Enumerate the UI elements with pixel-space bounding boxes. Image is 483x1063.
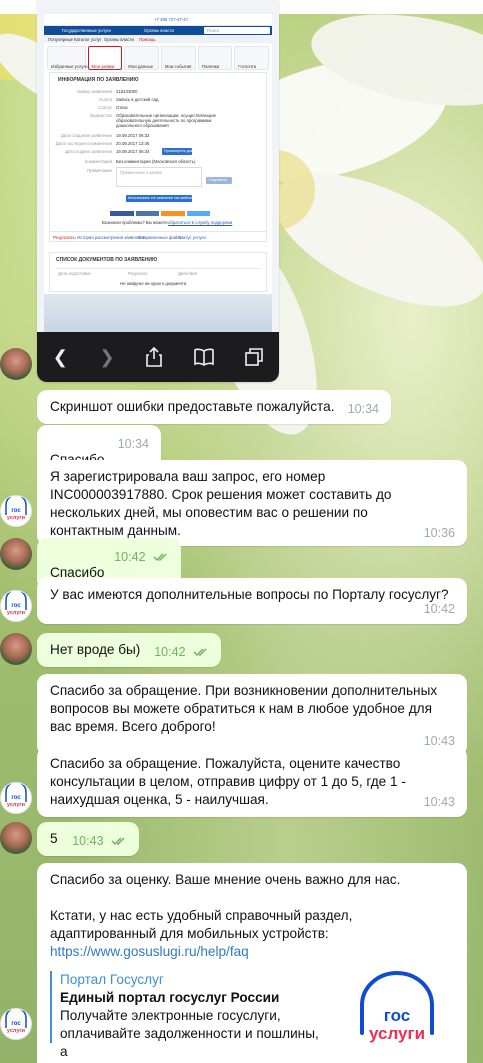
gosuslugi-logo-icon: госуслуги — [5, 497, 27, 521]
message-status: 10:42 — [154, 645, 209, 659]
view-document-button: Просмотреть документ — [162, 148, 203, 155]
message-time: 10:34 — [117, 437, 149, 451]
message-text: Кстати, у нас есть удобный справочный ра… — [50, 908, 353, 941]
message-time: 10:42 — [423, 602, 455, 616]
message-incoming[interactable]: Спасибо за обращение. При возникновении … — [37, 674, 467, 756]
sub-item: Органы власти — [104, 37, 134, 42]
svg-text:гос: гос — [11, 1021, 21, 1027]
gosuslugi-avatar[interactable]: гос услуги — [0, 495, 32, 527]
site-nav: Государственные услуги Органы власти Пои… — [44, 26, 272, 35]
sub-item: Популярные — [48, 37, 73, 42]
link-preview[interactable]: Портал Госуслуг Единый портал госуслуг Р… — [50, 971, 455, 1059]
double-check-icon — [153, 553, 167, 562]
message-time: 10:34 — [347, 402, 379, 416]
site-subnav: Популярные Каталог услуг Органы власти П… — [44, 35, 272, 43]
site-footer — [44, 294, 272, 332]
sub-item: Помощь — [139, 37, 156, 42]
application-info: ИНФОРМАЦИЯ ПО ЗАЯВЛЕНИЮ Номер заявления … — [49, 72, 267, 242]
faq-link[interactable]: https://www.gosuslugi.ru/help/faq — [50, 944, 249, 959]
history-tabs: Результаты История рассмотрения заявлени… — [50, 231, 266, 241]
sub-item: Каталог услуг — [74, 37, 102, 42]
card: Мои данные — [124, 46, 159, 70]
message-incoming[interactable]: Спасибо за обращение. Пожалуйста, оценит… — [37, 747, 467, 817]
svg-text:услуги: услуги — [7, 515, 25, 521]
account-cards: Избранные услуги Мои заявки Мои данные М… — [47, 46, 269, 70]
svg-text:гос: гос — [11, 508, 21, 514]
bookmarks-icon[interactable] — [193, 348, 214, 366]
nav-item-authorities: Органы власти — [144, 28, 174, 33]
message-time: 10:43 — [423, 734, 455, 748]
user-avatar[interactable] — [0, 348, 32, 380]
user-avatar[interactable] — [0, 822, 32, 854]
share-buttons — [110, 211, 210, 216]
gosuslugi-avatar[interactable]: гос услуги — [0, 782, 32, 814]
user-avatar[interactable] — [0, 633, 32, 665]
message-time: 10:42 — [154, 645, 186, 659]
gosuslugi-avatar[interactable]: гос услуги — [0, 590, 32, 622]
card: Избранные услуги — [47, 46, 88, 70]
logo-uslugi: услуги — [369, 1024, 425, 1043]
documents-list: СПИСОК ДОКУМЕНТОВ ПО ЗАЯВЛЕНИЮ Дата подг… — [49, 252, 267, 292]
back-icon[interactable]: ❮ — [53, 347, 68, 368]
message-text: Спасибо за обращение. При возникновении … — [50, 683, 438, 734]
svg-text:услуги: услуги — [7, 610, 25, 616]
message-status: 10:42 — [114, 550, 169, 564]
site-search: Поиск — [204, 27, 270, 34]
save-button: Сохранить — [206, 177, 232, 184]
message-outgoing[interactable]: 10:42 Нет вроде бы) — [37, 633, 221, 667]
card: Госпочта — [234, 46, 269, 70]
svg-text:гос: гос — [11, 795, 21, 801]
share-icon[interactable] — [146, 347, 162, 367]
message-outgoing[interactable]: 10:43 5 — [37, 822, 139, 856]
screenshot-page: +7 495 727-47-47 Государственные услуги … — [44, 14, 272, 332]
gosuslugi-avatar[interactable]: гос услуги — [0, 1008, 32, 1040]
screenshot-image[interactable]: +7 495 727-47-47 Государственные услуги … — [37, 0, 279, 382]
gosuslugi-logo-icon: госуслуги — [5, 1010, 27, 1034]
forward-icon[interactable]: ❯ — [99, 347, 114, 368]
gosuslugi-logo-icon: госуслуги — [5, 592, 27, 616]
message-incoming[interactable]: Спасибо за оценку. Ваше мнение очень важ… — [37, 863, 467, 1063]
preview-description: Получайте электронные госуслуги, оплачив… — [60, 1008, 319, 1059]
message-incoming[interactable]: У вас имеются дополнительные вопросы по … — [37, 578, 467, 624]
message-text: 5 — [50, 831, 58, 846]
message-time: 10:42 — [114, 550, 146, 564]
svg-text:услуги: услуги — [7, 1028, 25, 1034]
message-text: У вас имеются дополнительные вопросы по … — [50, 587, 449, 602]
browser-toolbar: ❮ ❯ — [37, 332, 279, 382]
user-avatar[interactable] — [0, 538, 32, 570]
svg-text:услуги: услуги — [7, 802, 25, 808]
note-field: Примечание к заявке — [116, 167, 202, 187]
card: Мои события — [160, 46, 196, 70]
double-check-icon — [111, 837, 125, 846]
card: Платежи — [197, 46, 233, 70]
message-incoming[interactable]: Я зарегистрировала ваш запрос, его номер… — [37, 460, 467, 546]
svg-text:гос: гос — [11, 603, 21, 609]
tabs-icon[interactable] — [245, 348, 264, 366]
double-check-icon — [193, 648, 207, 657]
card-active: Мои заявки — [87, 46, 123, 70]
site-header: +7 495 727-47-47 — [44, 14, 272, 26]
logo-gos: гос — [384, 1006, 410, 1025]
template-button: Использовать это заявление как шаблон — [126, 195, 193, 202]
message-status: 10:43 — [72, 834, 127, 848]
message-incoming[interactable]: 10:34 Скриншот ошибки предоставьте пожал… — [37, 390, 391, 424]
message-text: Спасибо за оценку. Ваше мнение очень важ… — [50, 872, 401, 887]
message-text: Нет вроде бы) — [50, 642, 141, 657]
message-time: 10:43 — [72, 834, 104, 848]
gosuslugi-logo-icon: госуслуги — [5, 784, 27, 808]
site-phone: +7 495 727-47-47 — [154, 17, 189, 22]
gosuslugi-logo-icon: гос услуги — [360, 971, 434, 1043]
message-text: Скриншот ошибки предоставьте пожалуйста. — [50, 399, 335, 414]
nav-item-services: Государственные услуги — [62, 28, 111, 33]
info-title: ИНФОРМАЦИЯ ПО ЗАЯВЛЕНИЮ — [58, 77, 139, 83]
